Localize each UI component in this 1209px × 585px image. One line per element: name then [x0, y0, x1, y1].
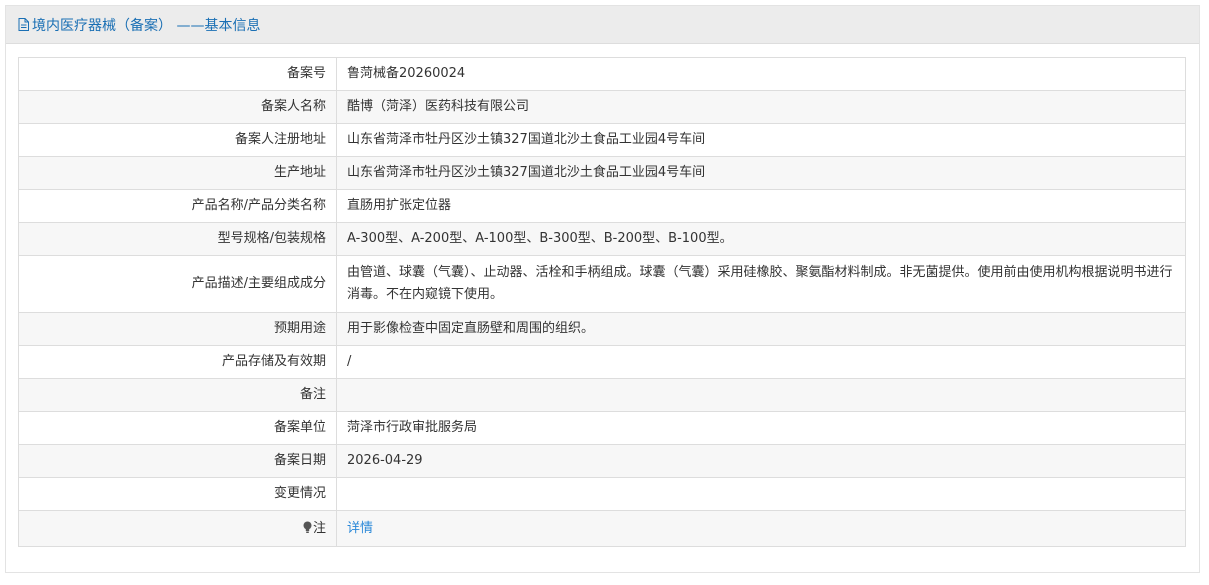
row-label: 产品名称/产品分类名称	[18, 189, 337, 223]
table-row: 备案号 鲁菏械备20260024	[18, 57, 1186, 91]
row-label: 备案日期	[18, 444, 337, 478]
page-title-text: 境内医疗器械（备案） ——基本信息	[32, 17, 261, 34]
table-row: 备案日期 2026-04-29	[18, 444, 1186, 478]
note-label: 注	[312, 520, 326, 536]
row-label: 预期用途	[18, 312, 337, 346]
row-value: 菏泽市行政审批服务局	[336, 411, 1186, 445]
row-label: 生产地址	[18, 156, 337, 190]
row-value: 山东省菏泽市牡丹区沙土镇327国道北沙土食品工业园4号车间	[336, 156, 1186, 190]
row-label: 变更情况	[18, 477, 337, 511]
table-row: 备注	[18, 378, 1186, 412]
row-label: 备案号	[18, 57, 337, 91]
details-link[interactable]: 详情	[347, 521, 373, 536]
row-value: 酷博（菏泽）医药科技有限公司	[336, 90, 1186, 124]
info-panel: 境内医疗器械（备案） ——基本信息 备案号 鲁菏械备20260024 备案人名称…	[5, 5, 1200, 573]
document-icon	[18, 18, 29, 31]
table-row: 生产地址 山东省菏泽市牡丹区沙土镇327国道北沙土食品工业园4号车间	[18, 156, 1186, 190]
table-row: 产品描述/主要组成成分 由管道、球囊（气囊）、止动器、活栓和手柄组成。球囊（气囊…	[18, 255, 1186, 313]
row-label: 备注	[18, 378, 337, 412]
row-value: 用于影像检查中固定直肠壁和周围的组织。	[336, 312, 1186, 346]
row-label: 备案人名称	[18, 90, 337, 124]
row-label: 型号规格/包装规格	[18, 222, 337, 256]
note-label-cell: 注	[18, 510, 337, 547]
table-row: 备案单位 菏泽市行政审批服务局	[18, 411, 1186, 445]
table-row: 备案人名称 酷博（菏泽）医药科技有限公司	[18, 90, 1186, 124]
row-value: 由管道、球囊（气囊）、止动器、活栓和手柄组成。球囊（气囊）采用硅橡胶、聚氨酯材料…	[336, 255, 1186, 313]
panel-header: 境内医疗器械（备案） ——基本信息	[6, 6, 1199, 44]
row-value: A-300型、A-200型、A-100型、B-300型、B-200型、B-100…	[336, 222, 1186, 256]
row-value: 2026-04-29	[336, 444, 1186, 478]
table-row: 产品名称/产品分类名称 直肠用扩张定位器	[18, 189, 1186, 223]
basic-info-table: 备案号 鲁菏械备20260024 备案人名称 酷博（菏泽）医药科技有限公司 备案…	[18, 57, 1186, 547]
table-row: 预期用途 用于影像检查中固定直肠壁和周围的组织。	[18, 312, 1186, 346]
row-value	[336, 378, 1186, 412]
table-row: 产品存储及有效期 /	[18, 345, 1186, 379]
row-label: 备案单位	[18, 411, 337, 445]
note-value-cell: 详情	[336, 510, 1186, 547]
row-value: 山东省菏泽市牡丹区沙土镇327国道北沙土食品工业园4号车间	[336, 123, 1186, 157]
table-row: 变更情况	[18, 477, 1186, 511]
note-row: 注 详情	[18, 510, 1186, 547]
table-row: 型号规格/包装规格 A-300型、A-200型、A-100型、B-300型、B-…	[18, 222, 1186, 256]
page-title: 境内医疗器械（备案） ——基本信息	[18, 15, 260, 35]
row-label: 产品存储及有效期	[18, 345, 337, 379]
row-label: 产品描述/主要组成成分	[18, 255, 337, 313]
row-value	[336, 477, 1186, 511]
row-label: 备案人注册地址	[18, 123, 337, 157]
row-value: /	[336, 345, 1186, 379]
row-value: 直肠用扩张定位器	[336, 189, 1186, 223]
row-value: 鲁菏械备20260024	[336, 57, 1186, 91]
table-row: 备案人注册地址 山东省菏泽市牡丹区沙土镇327国道北沙土食品工业园4号车间	[18, 123, 1186, 157]
lightbulb-icon	[303, 521, 312, 533]
